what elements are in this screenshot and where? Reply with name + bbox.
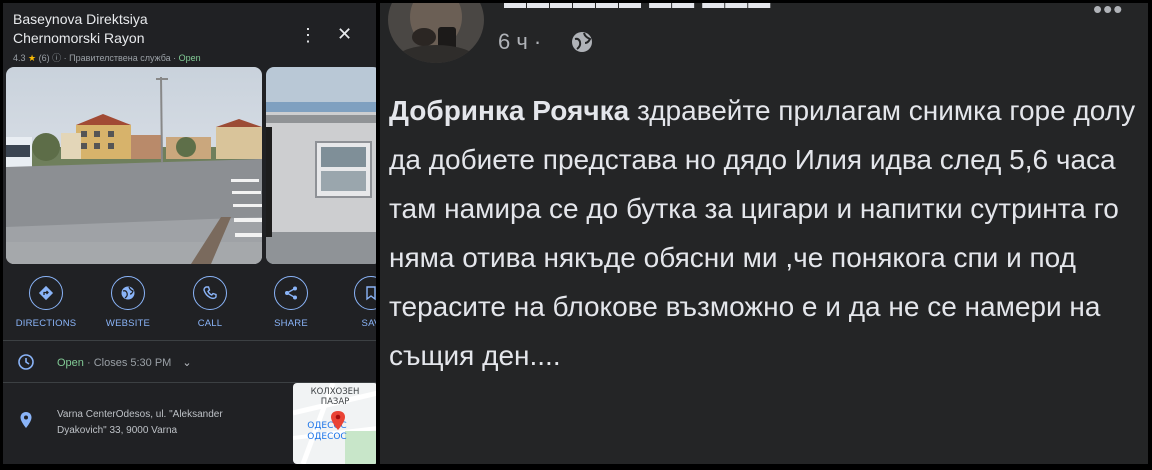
map-label-market-1: КОЛХОЗЕН bbox=[311, 387, 360, 397]
place-title-line2: Chernomorski Rayon bbox=[13, 30, 145, 46]
share-button[interactable]: SHARE bbox=[256, 276, 326, 329]
hours-open-status: Open bbox=[57, 357, 84, 369]
call-button[interactable]: CALL bbox=[175, 276, 245, 329]
clock-icon bbox=[18, 354, 34, 370]
building-photo bbox=[266, 67, 376, 264]
rating-value: 4.3 bbox=[13, 53, 26, 63]
public-globe-icon bbox=[572, 32, 592, 52]
location-pin-icon bbox=[20, 412, 32, 428]
directions-button[interactable]: DIRECTIONS bbox=[11, 276, 81, 329]
directions-label: DIRECTIONS bbox=[15, 318, 77, 329]
map-label-odesos-2: ОДЕСОС bbox=[307, 432, 346, 442]
avatar[interactable] bbox=[388, 3, 484, 63]
address-line2: Dyakovich" 33, 9000 Varna bbox=[57, 425, 178, 436]
more-options-icon[interactable]: ⋮ bbox=[299, 25, 317, 46]
post-options-icon[interactable]: ••• bbox=[1093, 3, 1123, 25]
website-label: WEBSITE bbox=[105, 318, 151, 329]
place-photo-secondary[interactable] bbox=[266, 67, 376, 264]
comment-author[interactable]: Добринка Роячка bbox=[389, 95, 629, 126]
call-label: CALL bbox=[197, 318, 223, 329]
address-text[interactable]: Varna CenterOdesos, ul. "Aleksander Dyak… bbox=[57, 407, 282, 439]
place-title-line1: Baseynova Direktsiya bbox=[13, 11, 148, 27]
hours-row[interactable]: Open · Closes 5:30 PM ⌄ bbox=[3, 344, 376, 380]
review-count[interactable]: (6) bbox=[39, 53, 50, 63]
phone-icon bbox=[193, 276, 227, 310]
chevron-down-icon[interactable]: ⌄ bbox=[182, 357, 191, 369]
website-button[interactable]: WEBSITE bbox=[93, 276, 163, 329]
action-bar: DIRECTIONS WEBSITE CALL SHARE SAV bbox=[3, 273, 376, 333]
divider bbox=[3, 340, 376, 341]
open-status: Open bbox=[178, 53, 201, 63]
star-icon: ★ bbox=[28, 53, 37, 63]
share-icon bbox=[274, 276, 308, 310]
map-label-market-2: ПАЗАР bbox=[321, 397, 350, 407]
globe-icon bbox=[111, 276, 145, 310]
author-name-cropped: ▬▬▬▬▬▬ ▬▬ ▬▬▬ bbox=[504, 3, 771, 14]
share-label: SHARE bbox=[274, 318, 308, 329]
facebook-post: ▬▬▬▬▬▬ ▬▬ ▬▬▬ 6 ч · ••• Добринка Роячка … bbox=[380, 3, 1148, 464]
place-meta: 4.3 ★ (6) ⓘ · Правителствена служба · Op… bbox=[13, 51, 201, 64]
save-label: SAV bbox=[361, 318, 376, 329]
map-thumbnail[interactable]: КОЛХОЗЕН ПАЗАР ОДЕСОС ОДЕСОС bbox=[293, 383, 376, 464]
post-text: здравейте прилагам снимка горе долу да д… bbox=[389, 95, 1136, 371]
street-photo bbox=[6, 67, 262, 264]
address-line1: Varna CenterOdesos, ul. "Aleksander bbox=[57, 409, 223, 420]
place-title: Baseynova Direktsiya Chernomorski Rayon bbox=[13, 10, 273, 48]
post-body: Добринка Роячка здравейте прилагам снимк… bbox=[389, 86, 1141, 380]
hours-closes: · Closes 5:30 PM bbox=[86, 357, 172, 369]
close-icon[interactable]: ✕ bbox=[337, 24, 352, 45]
place-photo-main[interactable] bbox=[6, 67, 262, 264]
bookmark-icon bbox=[354, 276, 376, 310]
directions-icon bbox=[29, 276, 63, 310]
maps-place-panel: Baseynova Direktsiya Chernomorski Rayon … bbox=[3, 3, 376, 464]
hours-text: Open · Closes 5:30 PM ⌄ bbox=[57, 356, 192, 369]
post-timestamp[interactable]: 6 ч · bbox=[498, 29, 541, 55]
save-button[interactable]: SAV bbox=[336, 276, 376, 329]
map-preview: КОЛХОЗЕН ПАЗАР ОДЕСОС ОДЕСОС bbox=[293, 383, 376, 464]
info-icon[interactable]: ⓘ bbox=[52, 53, 61, 63]
place-category: · Правителствена служба · bbox=[63, 53, 177, 63]
